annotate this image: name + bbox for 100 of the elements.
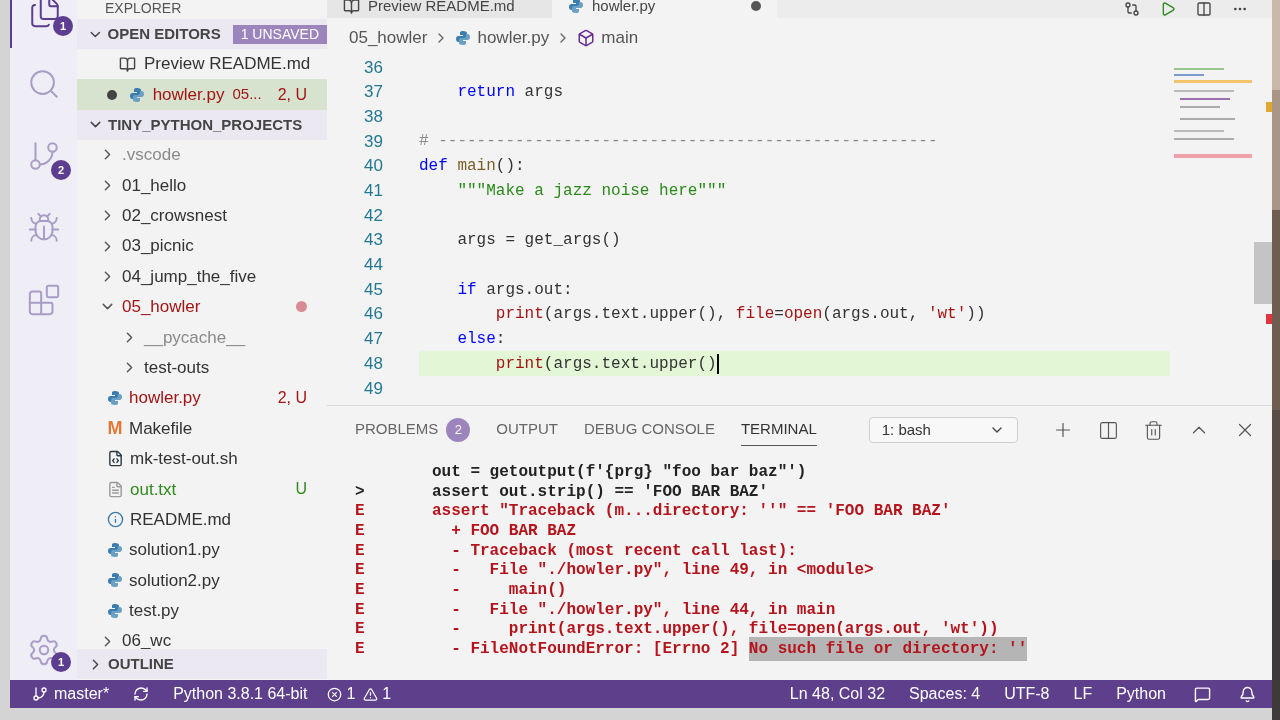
sidebar-title: EXPLORER <box>105 0 182 16</box>
terminal-line: E - FileNotFoundError: [Errno 2] No such file or directory: '' <box>327 639 1272 659</box>
file-item[interactable]: out.txt U <box>77 474 327 505</box>
file-name: 04_jump_the_five <box>122 265 257 288</box>
count-badge: 2 <box>446 417 471 442</box>
breadcrumb-item[interactable]: main <box>601 25 639 51</box>
breadcrumb-item[interactable]: howler.py <box>477 25 550 51</box>
status-item[interactable]: LF <box>1073 682 1093 706</box>
python-file-icon <box>107 572 123 589</box>
file-name: howler.py <box>152 83 225 106</box>
tab-label: howler.py <box>592 0 656 16</box>
git-status: 2, U <box>277 388 307 409</box>
line-number: 49 <box>363 377 383 400</box>
file-name: Makefile <box>129 417 193 440</box>
settings-button[interactable]: 1 <box>10 620 77 680</box>
line-number: 45 <box>363 278 383 301</box>
split-editor-icon[interactable] <box>1196 1 1212 17</box>
line-number: 36 <box>363 56 383 79</box>
activity-button[interactable]: 2 <box>10 120 77 192</box>
file-item[interactable]: mk-test-out.sh <box>77 443 327 475</box>
terminal-line: E - Traceback (most recent call last): <box>354 540 798 561</box>
section-header[interactable]: OPEN EDITORS 1 UNSAVED <box>77 19 327 49</box>
file-item[interactable]: solution2.py <box>77 565 327 596</box>
line-number: 44 <box>363 254 383 277</box>
folder-item[interactable]: 03_picnic <box>77 230 327 262</box>
folder-item[interactable]: 01_hello <box>77 170 327 201</box>
file-item[interactable]: test.py <box>77 595 327 627</box>
file-path: 05... <box>232 84 262 105</box>
line-number: 43 <box>363 229 383 252</box>
preview-icon <box>119 55 136 73</box>
split-terminal-icon[interactable] <box>1098 419 1119 441</box>
line-number: 38 <box>363 105 383 128</box>
bug-icon <box>26 211 61 245</box>
file-item[interactable]: howler.py 2, U <box>77 382 327 414</box>
scrollbar-thumb[interactable] <box>1254 242 1272 304</box>
folder-item[interactable]: test-outs <box>77 352 327 383</box>
file-name: 05_howler <box>122 296 201 319</box>
terminal-select[interactable]: 1: bash <box>868 417 1018 443</box>
folder-item[interactable]: 02_crowsnest <box>77 200 327 231</box>
status-item[interactable]: Python <box>1116 682 1166 706</box>
status-item[interactable]: Spaces: 4 <box>909 682 981 706</box>
file-name: out.txt <box>130 478 177 501</box>
code-line: if args.out: <box>456 279 574 301</box>
code-line: def main(): <box>419 156 526 178</box>
terminal-line: E assert "Traceback (m...directory: ''" == 'FOO BAR BAZ' <box>354 501 952 522</box>
code-line: args = get_args() <box>456 230 622 252</box>
panel-tab[interactable]: PROBLEMS 2 <box>355 414 471 446</box>
panel-tab[interactable]: DEBUG CONSOLE <box>584 414 715 446</box>
branch-button[interactable]: master* <box>32 682 110 706</box>
file-name: Preview README.md <box>144 53 311 76</box>
code-line: return args <box>456 82 565 104</box>
count-badge: 1 <box>53 16 73 36</box>
file-name: howler.py <box>129 387 201 410</box>
file-item[interactable]: M Makefile <box>77 413 327 444</box>
editor-tab[interactable]: Preview README.md <box>327 0 552 18</box>
terminal-line: E + FOO BAR BAZ <box>354 521 578 541</box>
sync-icon[interactable] <box>133 686 150 702</box>
file-name: test.py <box>129 600 180 623</box>
code-line: else: <box>456 328 507 350</box>
file-item[interactable]: README.md <box>77 504 327 535</box>
terminal-line: E - File "./howler.py", line 49, in <module> <box>354 560 875 581</box>
trash-icon[interactable] <box>1143 419 1164 441</box>
run-icon[interactable] <box>1160 1 1176 17</box>
open-editor-item[interactable]: Preview README.md <box>77 49 327 80</box>
folder-item[interactable]: 04_jump_the_five <box>77 261 327 292</box>
git-status: U <box>295 479 307 500</box>
code-line: """Make a jazz noise here""" <box>456 180 728 202</box>
folder-item[interactable]: 06_wc <box>77 626 327 649</box>
section-header[interactable]: OUTLINE <box>77 649 327 679</box>
open-editor-item[interactable]: howler.py 05... 2, U <box>77 79 327 110</box>
line-number: 42 <box>363 204 383 227</box>
line-number: 39 <box>363 130 383 153</box>
file-name: 02_crowsnest <box>122 205 227 227</box>
bell-icon[interactable] <box>1239 685 1256 703</box>
feedback-icon[interactable] <box>1194 685 1211 703</box>
compare-icon[interactable] <box>1124 1 1140 17</box>
line-number: 41 <box>363 180 383 203</box>
line-number: 40 <box>363 155 383 178</box>
file-item[interactable]: solution1.py <box>77 534 327 566</box>
code-line: # ---------------------------------------------------- <box>419 131 939 153</box>
interpreter-button[interactable]: Python 3.8.1 64-bit <box>173 682 308 706</box>
file-name: 03_picnic <box>122 235 194 258</box>
file-name: __pycache__ <box>144 326 246 349</box>
status-item[interactable]: Ln 48, Col 32 <box>789 682 886 706</box>
editor-tab[interactable]: howler.py <box>552 0 777 18</box>
breadcrumb-item[interactable]: 05_howler <box>349 25 428 51</box>
status-item[interactable]: UTF-8 <box>1004 682 1050 706</box>
folder-item[interactable]: 05_howler <box>77 291 327 323</box>
file-name: 06_wc <box>122 630 172 649</box>
panel-tab[interactable]: TERMINAL <box>740 414 817 446</box>
script-file-icon <box>107 450 124 468</box>
count-badge: 1 <box>51 652 71 672</box>
problems-button[interactable]: 1 1 <box>327 682 392 706</box>
file-name: solution2.py <box>129 569 220 592</box>
python-file-icon <box>107 390 123 407</box>
error-icon <box>327 686 343 702</box>
section-header[interactable]: TINY_PYTHON_PROJECTS <box>77 109 327 140</box>
python-file-icon <box>128 86 145 103</box>
panel-tab[interactable]: OUTPUT <box>496 414 559 446</box>
git-status: 2, U <box>277 84 307 105</box>
